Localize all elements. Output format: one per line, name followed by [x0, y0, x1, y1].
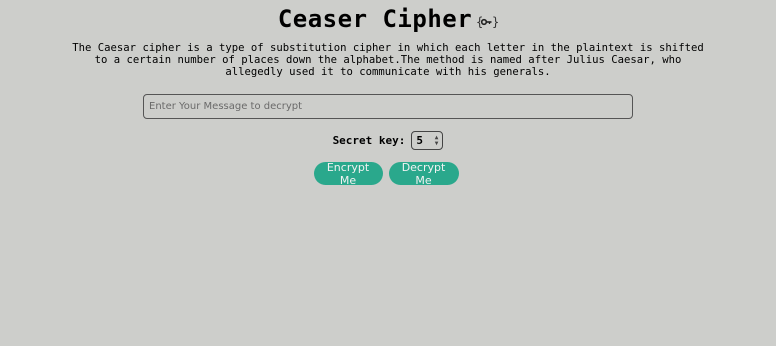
stepper-arrows-icon[interactable]: ▲ ▼	[435, 134, 439, 147]
key-icon: { }	[476, 13, 499, 31]
header: Ceaser Cipher { }	[0, 5, 776, 33]
stepper-down-icon[interactable]: ▼	[435, 140, 439, 147]
description-text: The Caesar cipher is a type of substitut…	[72, 42, 704, 78]
message-input[interactable]	[143, 94, 633, 119]
secret-key-label: Secret key:	[332, 134, 406, 147]
svg-text:}: }	[492, 15, 498, 29]
secret-key-value[interactable]: 5	[416, 134, 423, 147]
decrypt-button[interactable]: Decrypt Me	[388, 161, 459, 187]
secret-key-row: Secret key: 5 ▲ ▼	[0, 131, 776, 150]
action-buttons: Encrypt Me Decrypt Me	[0, 161, 776, 187]
encrypt-button[interactable]: Encrypt Me	[313, 161, 383, 187]
secret-key-stepper[interactable]: 5 ▲ ▼	[411, 131, 444, 150]
page-title: Ceaser Cipher	[277, 5, 473, 33]
